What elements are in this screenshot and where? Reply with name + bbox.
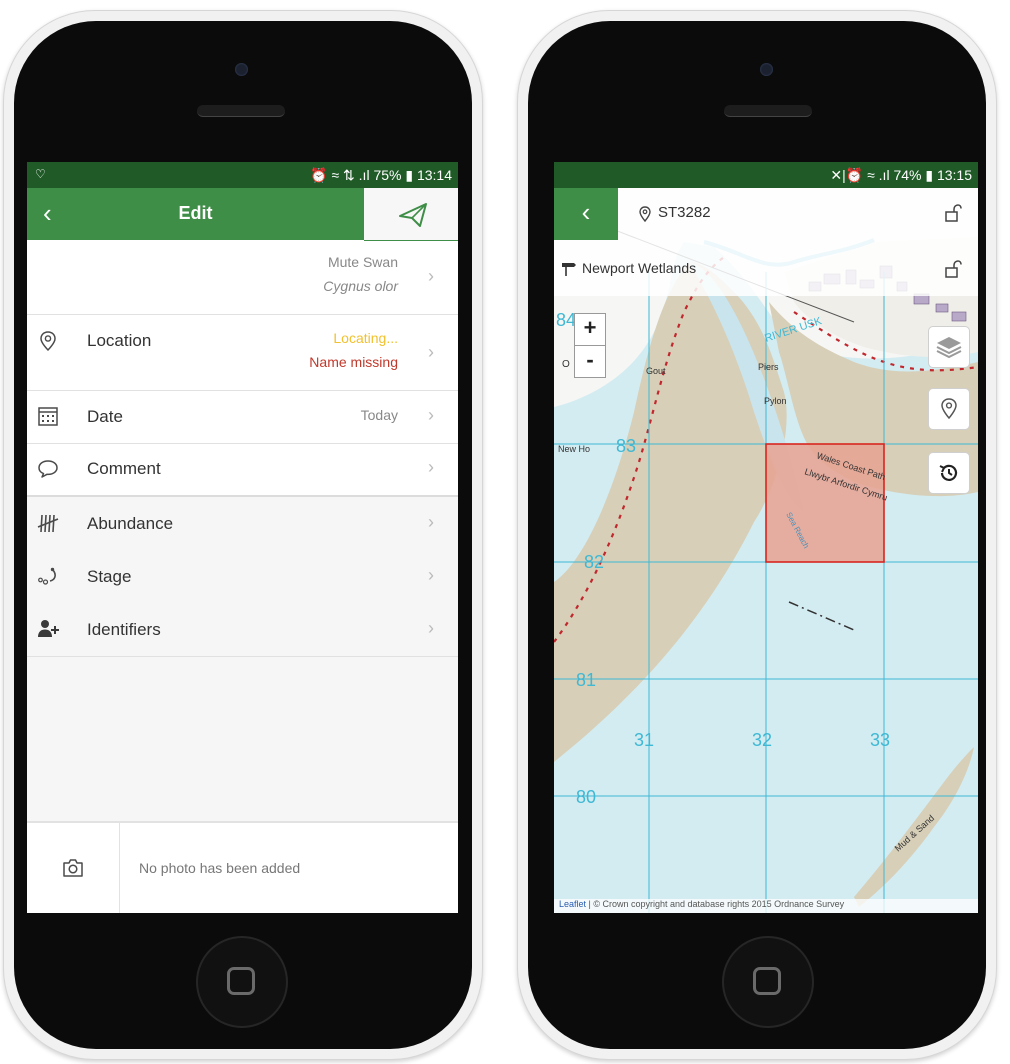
grid-label-31: 31 [634,730,654,750]
page-title: Edit [178,203,213,223]
history-icon [939,464,958,481]
attribution-text: | © Crown copyright and database rights … [586,899,845,909]
gps-locate-button[interactable] [928,388,970,430]
grid-reference: ST3282 [658,204,711,221]
right-phone-frame: 84 83 82 81 80 31 32 33 RIVER USK Piers … [517,10,997,1060]
identifiers-row[interactable]: Identifiers › [27,603,458,657]
status-left-icons: ♡ [35,167,46,181]
location-label: Location [87,331,152,350]
stage-icon [38,567,56,585]
save-button[interactable] [364,188,458,241]
chevron-right-icon: › [428,565,434,585]
o-label: O [562,359,570,370]
species-latin-name: Cygnus olor [323,278,398,294]
grid-label-33: 33 [870,730,890,750]
location-pin-icon [40,331,56,352]
unlock-icon[interactable] [944,204,962,222]
species-common-name: Mute Swan [327,254,398,270]
date-row[interactable]: Date Today › [27,390,458,444]
calendar-icon [38,407,58,426]
chevron-right-icon: › [428,405,434,425]
add-user-icon [38,620,59,637]
chevron-right-icon: › [428,266,434,286]
status-bar: ♡ ⏰ ≈ ⇅ .ıl 75% ▮ 13:14 [27,162,458,188]
date-value: Today [360,407,398,423]
zoom-out-button[interactable]: - [574,345,606,378]
signpost-icon [562,263,576,276]
abundance-label: Abundance [87,514,174,533]
history-button[interactable] [928,452,970,494]
identifiers-label: Identifiers [87,620,161,639]
pylon-label: Pylon [764,396,787,406]
species-row[interactable]: Mute Swan Cygnus olor › [27,240,458,315]
app-bar: ‹ Edit [27,188,458,241]
status-bar: ✕|⏰ ≈ .ıl 74% ▮ 13:15 [554,162,978,188]
comment-icon [38,460,58,478]
zoom-in-button[interactable]: + [574,313,606,346]
right-phone-body: 84 83 82 81 80 31 32 33 RIVER USK Piers … [528,21,986,1049]
grid-label-82: 82 [584,552,604,572]
location-status-locating: Locating... [333,330,398,346]
photo-bar: No photo has been added [27,821,458,913]
chevron-right-icon: › [428,342,434,362]
home-button[interactable] [196,936,288,1028]
no-photo-text: No photo has been added [139,860,301,876]
abundance-row[interactable]: Abundance › [27,497,458,551]
stage-label: Stage [87,567,132,586]
grid-label-81: 81 [576,670,596,690]
layers-icon [936,337,962,359]
front-camera [235,63,248,76]
location-pin-icon [941,398,957,420]
date-label: Date [87,407,123,426]
piers-label: Piers [758,362,779,372]
home-square-icon [753,967,781,995]
gout-label: Gout [646,366,666,376]
right-screen: 84 83 82 81 80 31 32 33 RIVER USK Piers … [554,162,978,913]
layers-button[interactable] [928,326,970,368]
earpiece-speaker [724,105,812,117]
location-pin-icon [639,206,651,222]
location-status-missing: Name missing [309,354,398,370]
home-button[interactable] [722,936,814,1028]
status-right-icons: ⏰ ≈ ⇅ .ıl 75% ▮ 13:14 [310,167,452,183]
left-screen: ♡ ⏰ ≈ ⇅ .ıl 75% ▮ 13:14 ‹ Edit Mute Swan… [27,162,458,913]
grid-label-83: 83 [616,436,636,456]
grid-label-32: 32 [752,730,772,750]
chevron-right-icon: › [428,618,434,638]
paper-plane-icon [399,203,427,227]
left-phone-body: ♡ ⏰ ≈ ⇅ .ıl 75% ▮ 13:14 ‹ Edit Mute Swan… [14,21,472,1049]
home-square-icon [227,967,255,995]
map-attribution: Leaflet | © Crown copyright and database… [554,899,978,913]
front-camera [760,63,773,76]
place-name: Newport Wetlands [582,260,697,276]
add-photo-button[interactable] [27,823,120,913]
comment-row[interactable]: Comment › [27,443,458,497]
left-phone-frame: ♡ ⏰ ≈ ⇅ .ıl 75% ▮ 13:14 ‹ Edit Mute Swan… [3,10,483,1060]
chevron-right-icon: › [428,457,434,477]
tally-icon [37,514,59,533]
leaflet-link[interactable]: Leaflet [559,899,586,909]
location-row[interactable]: Location Locating... Name missing › [27,314,458,391]
unlock-icon[interactable] [944,260,962,278]
new-ho-label: New Ho [558,444,590,454]
comment-label: Comment [87,459,161,478]
chevron-right-icon: › [428,512,434,532]
stage-row[interactable]: Stage › [27,550,458,604]
status-right-icons: ✕|⏰ ≈ .ıl 74% ▮ 13:15 [830,167,972,183]
earpiece-speaker [197,105,285,117]
grid-label-80: 80 [576,787,596,807]
map-header-panel: ‹ ST3282 Newport Wetlands [554,188,978,296]
camera-icon [63,859,83,877]
back-button[interactable]: ‹ [554,188,618,240]
